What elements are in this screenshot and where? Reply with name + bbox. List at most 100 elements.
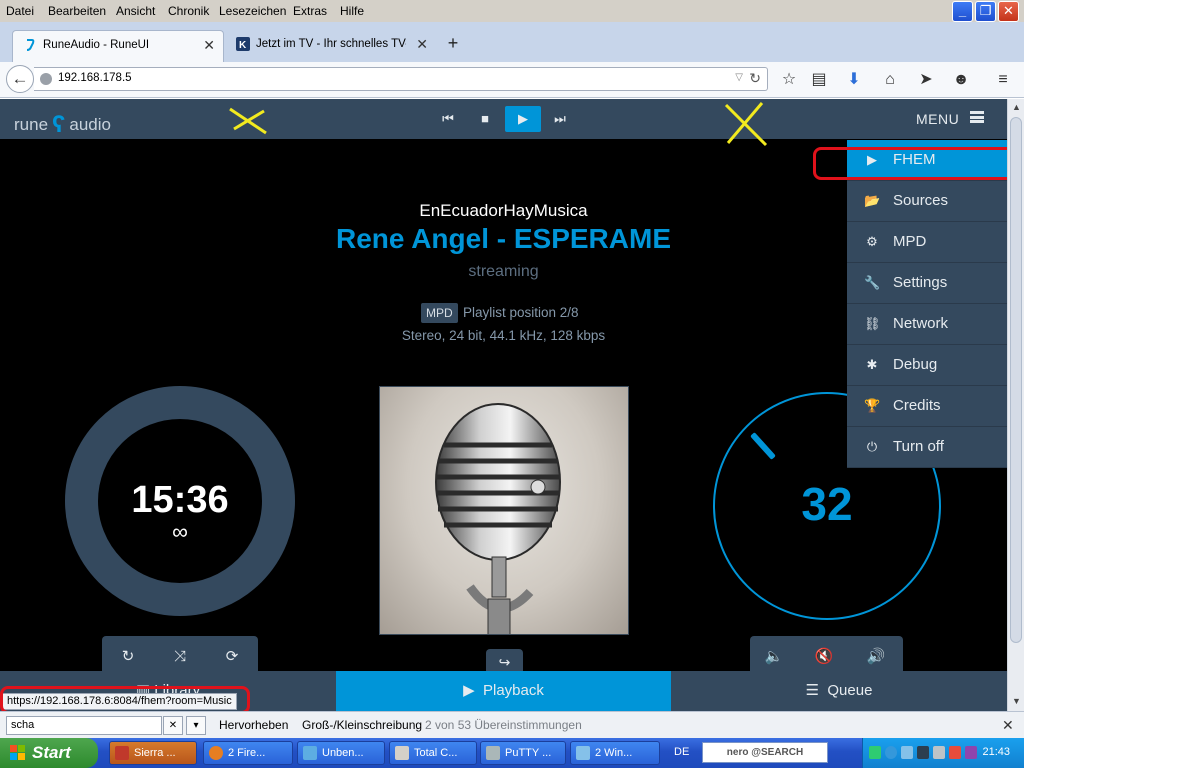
scrollbar-thumb[interactable] [1010,117,1022,643]
rune-logo[interactable]: rune ʕ audio [14,109,111,138]
taskbar-button-label: 2 Win... [595,747,633,759]
menu-item-label: Credits [893,397,941,414]
menu-extras[interactable]: Extras [293,4,327,18]
elapsed-time: 15:36 [131,479,229,521]
menu-item-mpd[interactable]: ⚙ MPD [847,222,1007,263]
match-case-toggle[interactable]: Groß-/Kleinschreibung [302,718,422,732]
windows-flag-icon [10,745,25,760]
tray-chevron-icon[interactable] [885,746,897,759]
menu-ansicht[interactable]: Ansicht [116,4,155,18]
menu-hilfe[interactable]: Hilfe [340,4,364,18]
power-icon: ⏻ [866,439,878,454]
firefox-icon [209,746,223,760]
start-button[interactable]: Start [0,738,98,768]
minimize-button[interactable]: _ [952,1,973,22]
next-track-icon[interactable]: ⏭ [547,106,573,132]
taskbar-button[interactable]: Total C... [389,741,477,765]
taskbar-button[interactable]: PuTTY ... [480,741,566,765]
tab-tv[interactable]: K Jetzt im TV - Ihr schnelles TV-... ✕ [226,30,436,62]
menu-item-label: Turn off [893,438,944,455]
annotation-cross-icon [229,107,267,135]
tray-lock-icon[interactable] [933,746,945,759]
tab-queue[interactable]: ☰ Queue [671,671,1007,711]
list-menu-icon[interactable] [970,111,984,123]
tab-title: Jetzt im TV - Ihr schnelles TV-... [256,38,406,50]
hamburger-menu-icon[interactable]: ≡ [992,69,1014,91]
taskbar-button-label: 2 Fire... [228,747,266,759]
back-arrow-icon[interactable]: ← [6,65,34,93]
source-badge: MPD [421,303,458,323]
menu-lesezeichen[interactable]: Lesezeichen [219,4,286,18]
gears-icon: ⚙ [866,234,878,249]
screen: Datei Bearbeiten Ansicht Chronik Lesezei… [0,0,1191,768]
explorer-icon [576,746,590,760]
menu-item-sources[interactable]: 📂 Sources [847,181,1007,222]
url-bar[interactable]: 192.168.178.5 ▽ ↻ [34,67,768,91]
volume-down-icon[interactable]: 🔈 [764,647,784,667]
new-tab-button[interactable]: + [444,34,462,52]
menu-item-debug[interactable]: ✱ Debug [847,345,1007,386]
taskbar-button[interactable]: 2 Win... [570,741,660,765]
find-prev-icon[interactable]: ✕ [163,716,183,735]
sitemap-icon: ⛓ [864,316,881,331]
menu-chronik[interactable]: Chronik [168,4,209,18]
language-indicator[interactable]: DE [674,746,689,758]
nero-search-box[interactable]: nero @SEARCH [702,742,828,763]
menu-item-turn-off[interactable]: ⏻ Turn off [847,427,1007,468]
url-text[interactable]: 192.168.178.5 [58,72,132,84]
shuffle-icon[interactable]: ⤨ [170,647,190,667]
volume-mute-icon[interactable]: 🔇 [814,647,834,667]
menu-item-settings[interactable]: 🔧 Settings [847,263,1007,304]
previous-track-icon[interactable]: ⏮ [435,106,461,132]
dropdown-triangle-icon[interactable]: ▽ [735,72,743,83]
close-findbar-icon[interactable]: ✕ [1002,717,1014,734]
refresh-icon[interactable]: ⟳ [222,647,242,667]
taskbar-button[interactable]: 2 Fire... [203,741,293,765]
close-tab-icon[interactable]: ✕ [203,37,215,54]
menu-button[interactable]: MENU [916,111,959,127]
close-window-button[interactable]: ✕ [998,1,1019,22]
tray-app-icon[interactable] [965,746,977,759]
start-label: Start [32,743,71,762]
find-next-icon[interactable]: ▾ [186,716,206,735]
taskbar-button-label: Total C... [414,747,458,759]
reading-list-icon[interactable]: ▤ [808,69,830,91]
download-icon[interactable]: ⬇ [843,69,865,91]
volume-value: 32 [801,478,853,530]
menu-datei[interactable]: Datei [6,4,34,18]
close-tab-icon[interactable]: ✕ [416,36,428,53]
send-icon[interactable]: ➤ [915,69,937,91]
play-button[interactable]: ▶ [505,106,541,132]
find-input[interactable]: scha [6,716,162,735]
menu-item-credits[interactable]: 🏆 Credits [847,386,1007,427]
tab-runeaudio[interactable]: RuneAudio - RuneUI ✕ [12,30,224,62]
tray-meter-icon[interactable] [917,746,929,759]
list-icon: ☰ [805,682,828,699]
taskbar-button[interactable]: Sierra ... [109,741,197,765]
menu-item-label: Sources [893,192,949,209]
menu-item-label: MPD [893,233,927,250]
menu-item-network[interactable]: ⛓ Network [847,304,1007,345]
menu-bearbeiten[interactable]: Bearbeiten [48,4,106,18]
scroll-down-icon[interactable]: ▼ [1010,695,1023,708]
vertical-scrollbar[interactable]: ▲ ▼ [1007,99,1024,711]
tab-playback[interactable]: ▶ Playback [336,671,671,711]
repeat-icon[interactable]: ↻ [118,647,138,667]
tray-arrow-icon[interactable] [869,746,881,759]
tray-network-icon[interactable] [901,746,913,759]
home-icon[interactable]: ⌂ [879,69,901,91]
clock: 21:43 [982,746,1010,758]
stop-icon[interactable]: ■ [472,106,498,132]
bookmark-star-icon[interactable]: ☆ [778,69,800,91]
maximize-button[interactable]: ❐ [975,1,996,22]
red-highlight-box [813,147,1007,180]
highlight-all-toggle[interactable]: Hervorheben [219,718,288,732]
firefox-window: Datei Bearbeiten Ansicht Chronik Lesezei… [0,0,1024,768]
volume-up-icon[interactable]: 🔊 [866,647,886,667]
chat-icon[interactable]: ☻ [950,69,972,91]
tray-shield-icon[interactable] [949,746,961,759]
taskbar-button[interactable]: Unben... [297,741,385,765]
reload-icon[interactable]: ↻ [749,70,761,87]
scroll-up-icon[interactable]: ▲ [1010,101,1023,114]
taskbar-button-label: Unben... [322,747,364,759]
